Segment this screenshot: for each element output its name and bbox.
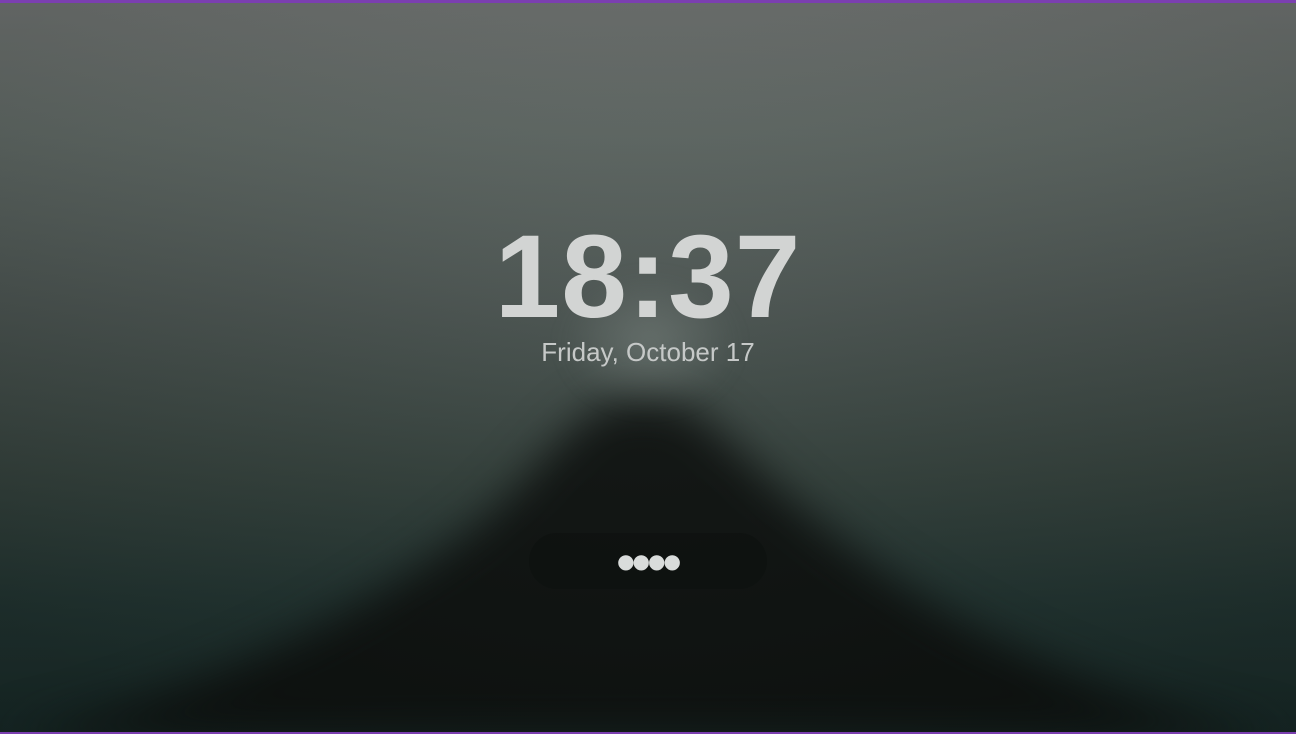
clock-date: Friday, October 17: [541, 337, 755, 367]
clock-time: 18:37: [494, 211, 802, 343]
password-dots: ●●●●: [617, 549, 681, 573]
lock-screen: 18:37 Friday, October 17 ●●●●: [0, 0, 1296, 734]
password-input[interactable]: ●●●●: [529, 533, 767, 589]
wallpaper-mountain: [26, 399, 1266, 732]
